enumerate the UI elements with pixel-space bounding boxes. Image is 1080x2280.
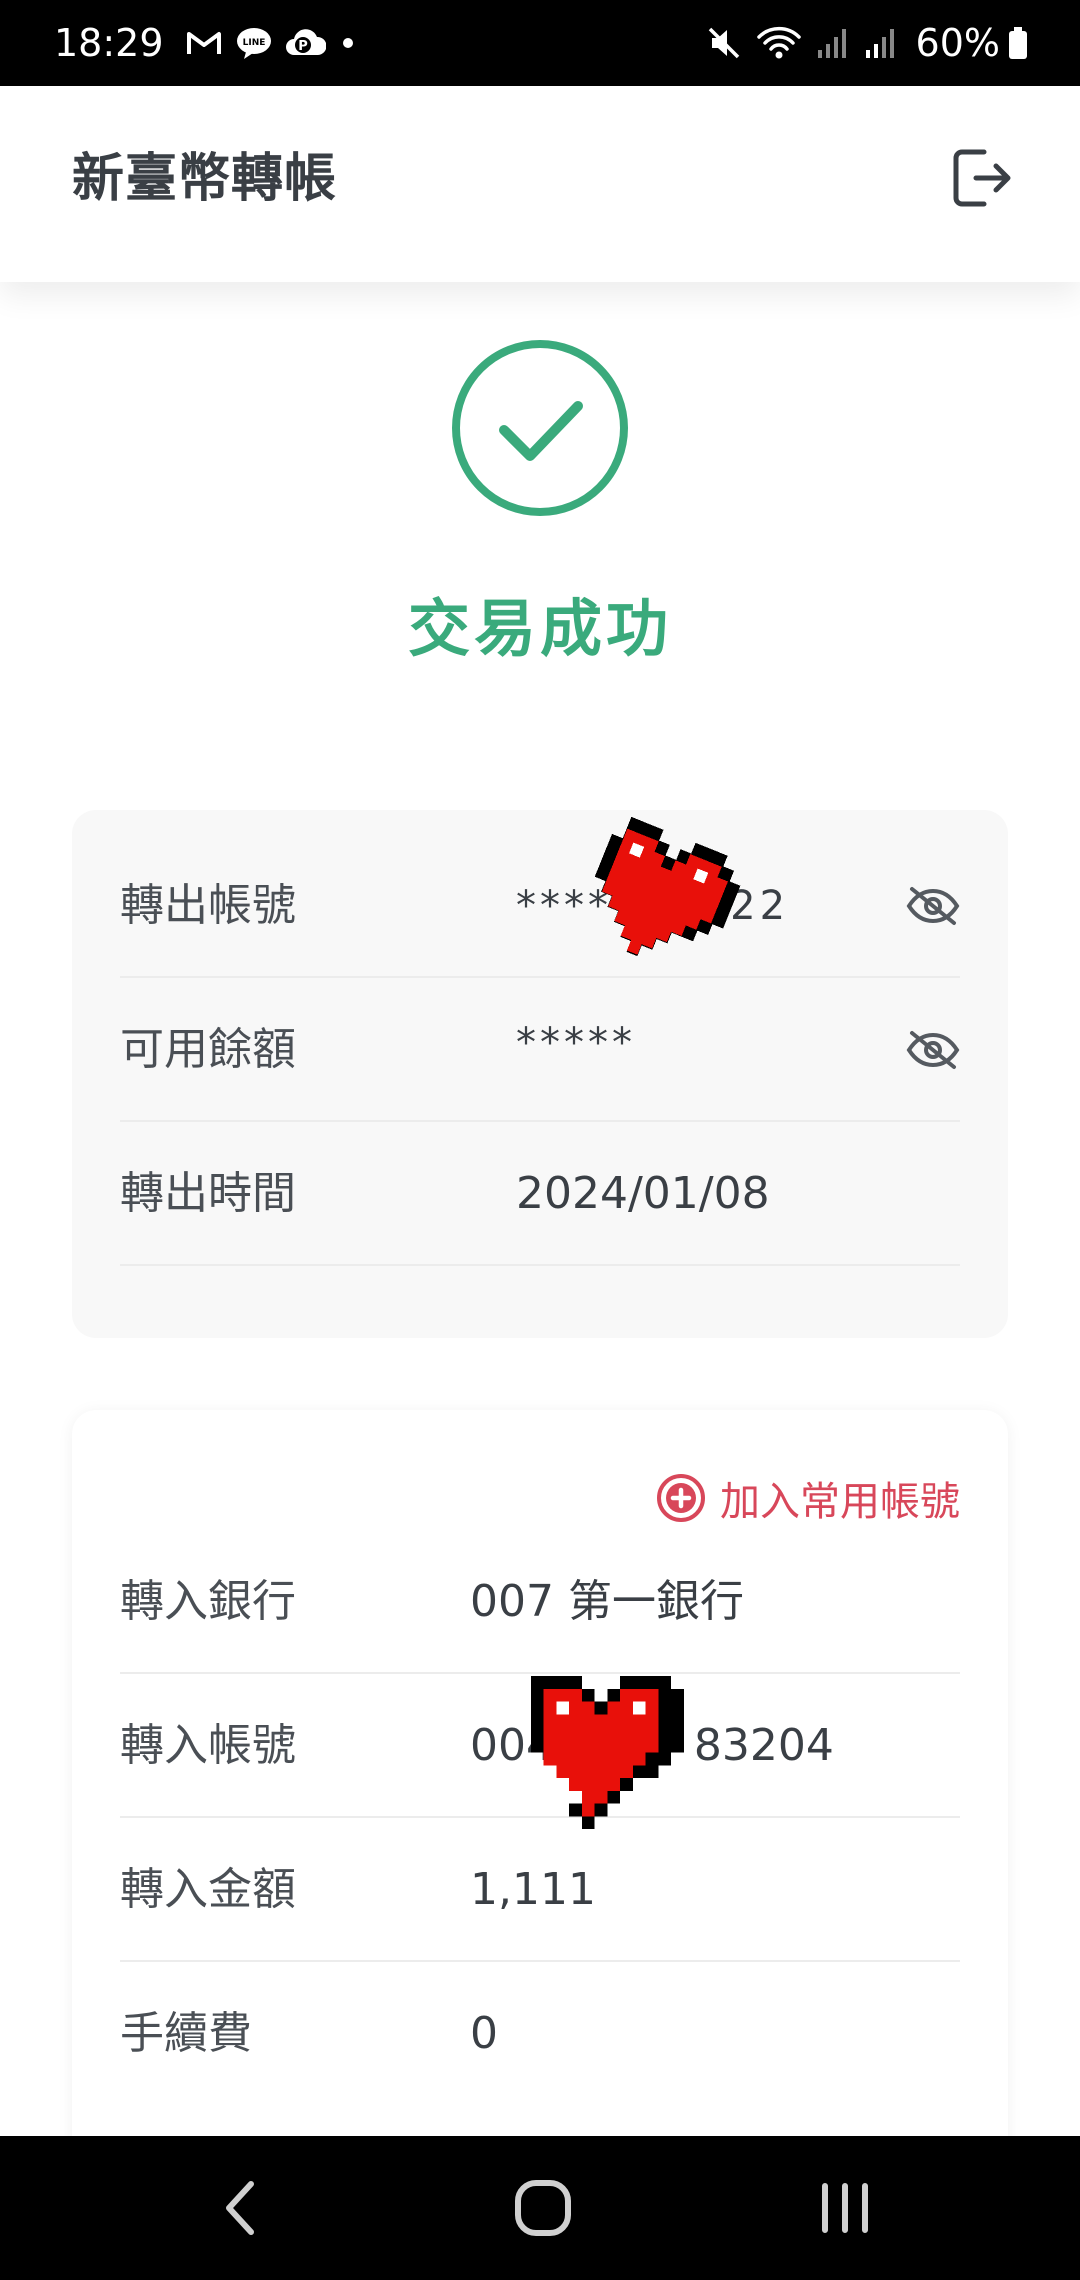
toggle-balance-visibility-button[interactable] — [906, 1030, 960, 1070]
row-label: 轉入金額 — [120, 1864, 296, 1915]
battery-percent: 60% — [915, 21, 1000, 65]
success-title: 交易成功 — [407, 592, 672, 665]
check-circle-icon — [450, 338, 630, 518]
app-header: 新臺幣轉帳 — [0, 86, 1080, 282]
status-bar: 18:29 LINE P 60% — [0, 0, 1080, 86]
status-bar-right: 60% — [706, 21, 1028, 65]
page-title: 新臺幣轉帳 — [72, 149, 338, 209]
mute-icon — [706, 25, 742, 61]
fee-row: 手續費 0 — [120, 1962, 960, 2106]
source-account-row: 轉出帳號 ******* 422 — [120, 834, 960, 978]
back-icon — [226, 2181, 254, 2235]
svg-text:P: P — [298, 39, 308, 54]
eye-off-icon — [906, 1031, 960, 1069]
fee-value: 0 — [470, 2008, 498, 2059]
row-label: 轉出時間 — [120, 1168, 296, 1219]
row-label: 轉入帳號 — [120, 1720, 296, 1771]
toggle-account-visibility-button[interactable] — [906, 886, 960, 926]
logout-icon — [953, 149, 1011, 207]
svg-text:LINE: LINE — [242, 38, 265, 48]
home-button[interactable] — [488, 2166, 598, 2250]
pixel-heart-sticker — [518, 1676, 684, 1846]
row-label: 可用餘額 — [120, 1024, 296, 1075]
source-account-card: 轉出帳號 ******* 422 可用餘額 ***** 轉出時間 2024/01… — [72, 810, 1008, 1338]
battery-icon — [1008, 26, 1028, 60]
navigation-bar — [0, 2136, 1080, 2280]
destination-bank-value: 007 第一銀行 — [470, 1576, 744, 1627]
signal-icon — [864, 26, 898, 60]
parking-app-icon: P — [285, 27, 326, 59]
transfer-time-value: 2024/01/08 — [516, 1168, 770, 1219]
dot-icon — [340, 35, 356, 51]
eye-off-icon — [906, 887, 960, 925]
add-favorite-label: 加入常用帳號 — [720, 1479, 960, 1525]
destination-bank-row: 轉入銀行 007 第一銀行 — [120, 1530, 960, 1674]
status-bar-left: 18:29 LINE P — [54, 21, 370, 65]
signal-icon — [816, 26, 850, 60]
available-balance-value: ***** — [516, 1020, 636, 1066]
plus-circle-icon — [657, 1474, 705, 1522]
transfer-time-row: 轉出時間 2024/01/08 — [120, 1122, 960, 1266]
home-icon — [515, 2180, 571, 2236]
row-label: 手續費 — [120, 2008, 252, 2059]
gmail-icon — [186, 29, 222, 57]
status-time: 18:29 — [54, 21, 164, 65]
back-button[interactable] — [186, 2166, 296, 2250]
row-label: 轉出帳號 — [120, 880, 296, 931]
recents-button[interactable] — [790, 2166, 900, 2250]
logout-button[interactable] — [944, 140, 1020, 216]
row-label: 轉入銀行 — [120, 1576, 296, 1627]
line-icon: LINE — [236, 26, 272, 60]
wifi-icon — [756, 25, 802, 61]
available-balance-row: 可用餘額 ***** — [120, 978, 960, 1122]
add-favorite-account-button[interactable]: 加入常用帳號 — [656, 1472, 960, 1525]
recents-icon — [822, 2183, 868, 2233]
